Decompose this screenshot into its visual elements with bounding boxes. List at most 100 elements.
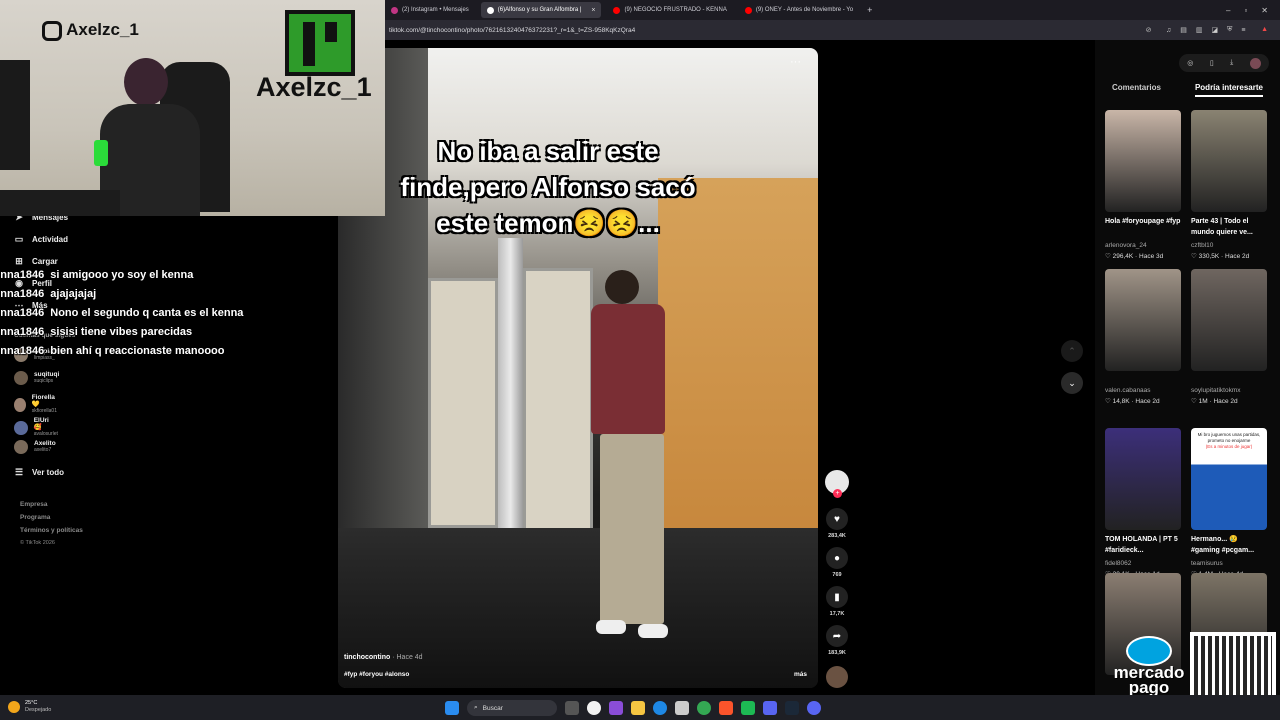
share-action[interactable]: ➦ 183,9K [826, 625, 848, 656]
recommended-video-thumbnail[interactable] [1191, 110, 1267, 212]
recommended-video-caption[interactable]: Hola #foryoupage #fyp [1105, 216, 1181, 227]
compass-icon[interactable]: ◎ [1187, 59, 1193, 67]
desk [0, 190, 120, 216]
recommended-video-author[interactable]: fidel8062 [1105, 560, 1185, 567]
following-account[interactable]: suqituqi suqiclips [14, 371, 59, 385]
recommended-video-thumbnail[interactable] [1105, 269, 1181, 371]
music-icon[interactable]: ♫ [1166, 27, 1171, 34]
person-head [605, 270, 639, 304]
following-account[interactable]: Axelito axelito7 [14, 440, 56, 454]
next-video-button[interactable]: ⌄ [1061, 372, 1083, 394]
recommended-video-caption[interactable]: Parte 43 | Todo el mundo quiere ve... [1191, 216, 1267, 238]
recommended-video-thumbnail[interactable]: Mi bro juguemos unas partidas, prometo n… [1191, 428, 1267, 530]
recommended-video-author[interactable]: czftbl10 [1191, 242, 1271, 249]
taskbar-search[interactable]: ⌕ Buscar [467, 700, 557, 716]
tab-comments[interactable]: Comentarios [1112, 83, 1161, 97]
video-menu-button[interactable]: ··· [790, 56, 801, 68]
recommended-video-stats: ♡ 1M · Hace 2d [1191, 398, 1238, 405]
file-explorer-icon[interactable] [631, 701, 645, 715]
tab-might-like[interactable]: Podría interesarte [1194, 83, 1263, 97]
recommended-video-caption[interactable]: Hermano... 😢 #gaming #pcgam... [1191, 534, 1267, 556]
recommended-video-author[interactable]: valen.cabanaas [1105, 387, 1185, 394]
video-author[interactable]: tinchocontino [344, 654, 390, 661]
maximize-icon[interactable]: ▫ [1244, 6, 1247, 15]
taskbar-apps: ⌕ Buscar [445, 700, 821, 716]
sidebar-icon[interactable]: ▥ [1196, 26, 1203, 34]
logo-k-arm [325, 22, 337, 42]
windows-start-icon[interactable] [445, 701, 459, 715]
see-all-button[interactable]: ☰ Ver todo [14, 467, 64, 477]
footer-link-program[interactable]: Programa [20, 511, 83, 524]
task-view-icon[interactable] [565, 701, 579, 715]
chat-text: sisisi tiene vibes parecidas [50, 326, 193, 338]
share-icon[interactable]: ➦ [826, 625, 848, 647]
like-action[interactable]: ♥ 283,4K [826, 508, 848, 539]
tab-instagram[interactable]: (2) Instagram • Mensajes [385, 2, 475, 18]
obs-icon[interactable] [587, 701, 601, 715]
app-icon[interactable] [609, 701, 623, 715]
no-video-icon[interactable]: ⊘ [1146, 26, 1152, 34]
recommended-video-author[interactable]: arlenovora_24 [1105, 242, 1185, 249]
comment-action[interactable]: ● 769 [826, 547, 848, 578]
account-name: ElUri 🥰 [33, 417, 49, 431]
webcam-overlay: Axelzc_1 Axelzc_1 [0, 0, 385, 216]
avatar [14, 397, 26, 412]
video-player[interactable]: ··· No iba a salir este finde,pero Alfon… [338, 48, 818, 688]
chrome-icon[interactable] [697, 701, 711, 715]
edge-icon[interactable] [653, 701, 667, 715]
sidebar-item-activity[interactable]: ▭ Actividad [14, 234, 68, 244]
steam-icon[interactable] [785, 701, 799, 715]
follow-plus-icon[interactable]: + [833, 489, 842, 498]
vpn-icon[interactable]: ⛨ [1227, 26, 1232, 34]
user-avatar[interactable] [1249, 57, 1261, 69]
minimize-icon[interactable]: – [1226, 6, 1230, 15]
chevron-up-icon: ⌃ [1068, 345, 1076, 356]
recommended-video-author[interactable]: soylupitatiktokmx [1191, 387, 1271, 394]
discord-icon[interactable] [763, 701, 777, 715]
address-bar[interactable]: tiktok.com/@tinchocontino/photo/76216132… [385, 20, 1280, 40]
app2-icon[interactable] [807, 701, 821, 715]
footer-link-terms[interactable]: Términos y políticas [20, 524, 83, 537]
download-icon[interactable]: ⤓ [1230, 59, 1233, 67]
video-caption: No iba a salir este finde,pero Alfonso s… [400, 136, 696, 238]
menu-icon[interactable]: ≡ [1241, 27, 1245, 34]
following-account[interactable]: Fiorella 💛 skfiorella01 [14, 394, 59, 415]
recommended-video-caption[interactable]: TOM HOLANDA | PT 5 #faridieck... [1105, 534, 1181, 556]
recommended-video-thumbnail[interactable] [1191, 269, 1267, 371]
recommended-video-author[interactable]: teamisurus [1191, 560, 1271, 567]
following-account[interactable]: ElUri 🥰 avalosurlet [14, 417, 58, 438]
brave-icon[interactable] [719, 701, 733, 715]
prev-video-button[interactable]: ⌃ [1061, 340, 1083, 362]
close-window-icon[interactable]: ✕ [1261, 6, 1268, 15]
thumbnail-subtext: (Es a minutos de jugar) [1205, 444, 1253, 449]
center-door [523, 268, 593, 538]
tab-tiktok[interactable]: (6)Alfonso y su Gran Alfombra | × [480, 2, 602, 18]
brave-rewards-icon[interactable]: ▲ [1261, 26, 1268, 34]
reader-icon[interactable]: ▤ [1180, 26, 1187, 34]
recommended-video-thumbnail[interactable] [1105, 110, 1181, 212]
save-action[interactable]: ▮ 17,7K [826, 586, 848, 617]
bookmark-icon[interactable]: ▮ [826, 586, 848, 608]
weather-widget[interactable]: 25°C Despejado [8, 700, 51, 714]
sidebar-item-upload[interactable]: ⊞ Cargar [14, 256, 58, 266]
heart-icon[interactable]: ♥ [826, 508, 848, 530]
recommended-video-thumbnail[interactable] [1105, 428, 1181, 530]
phone-icon[interactable]: ▯ [1210, 59, 1214, 67]
video-hashtags[interactable]: #fyp #foryou #alonso [344, 671, 409, 678]
video-more-button[interactable]: más [794, 671, 807, 678]
new-tab-button[interactable]: + [867, 5, 872, 15]
music-disc-icon[interactable] [826, 666, 848, 688]
close-tab-icon[interactable]: × [591, 7, 595, 14]
url-text[interactable]: tiktok.com/@tinchocontino/photo/76216132… [389, 27, 635, 34]
tab-youtube-1[interactable]: (9) NEGOCIO FRUSTRADO - KENNA [607, 2, 732, 18]
store-icon[interactable] [675, 701, 689, 715]
save-count: 17,7K [829, 611, 845, 617]
recommended-video-stats: ♡ 296,4K · Hace 3d [1105, 253, 1164, 260]
tab-youtube-2[interactable]: (9) ONEY - Antes de Noviembre - Yo [739, 2, 859, 18]
avatar [14, 440, 28, 454]
windows-taskbar: 25°C Despejado ⌕ Buscar [0, 695, 1280, 720]
footer-link-company[interactable]: Empresa [20, 498, 83, 511]
comment-icon[interactable]: ● [826, 547, 848, 569]
xbox-icon[interactable] [741, 701, 755, 715]
wallet-icon[interactable]: ◪ [1212, 26, 1219, 34]
